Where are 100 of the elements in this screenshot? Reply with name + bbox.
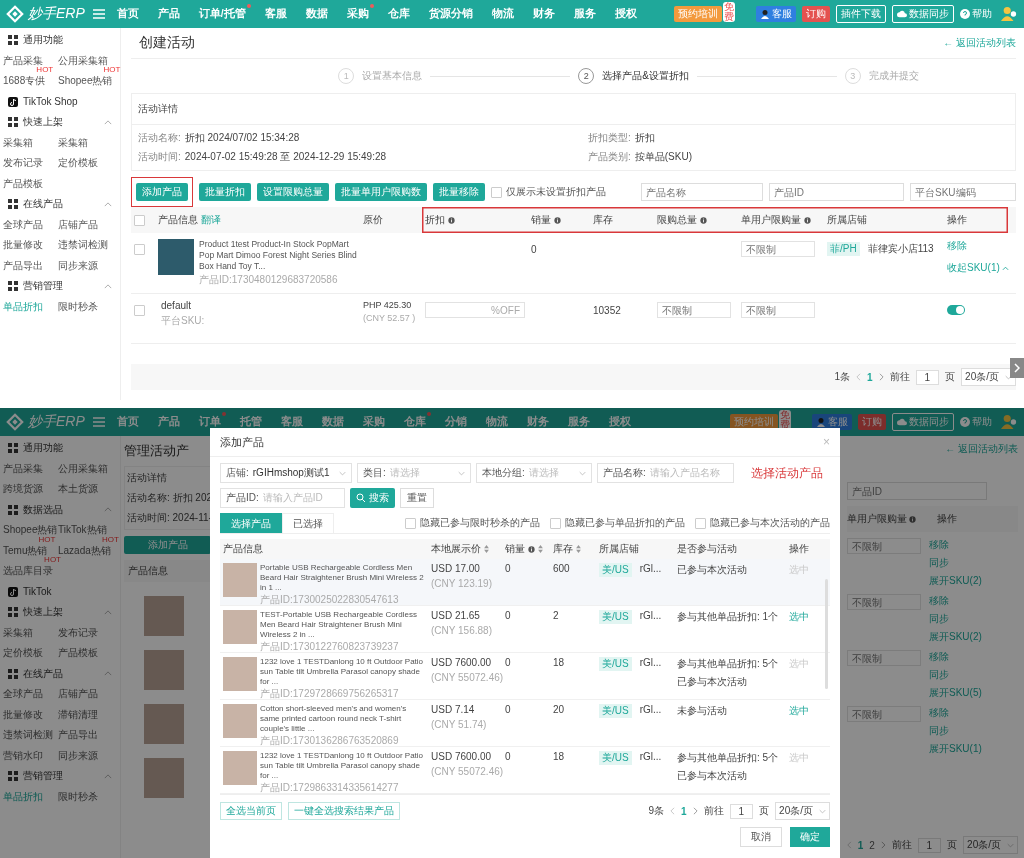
platform-title[interactable]: TikTok Shop [23,96,78,108]
action-link[interactable]: 移除 [929,706,949,720]
expand-panel-button[interactable] [1010,358,1024,378]
toggle-switch[interactable] [947,305,965,315]
sidebar-link[interactable]: 单品折扣 [3,790,43,802]
sidebar-link[interactable]: 产品采集 [3,54,43,66]
next-page-icon[interactable] [692,807,698,815]
nav-menu-item[interactable]: 数据 [305,7,328,21]
sidebar-link[interactable]: 批量修改 [3,708,43,720]
nav-menu-item[interactable]: 采购 [346,7,369,21]
customer-service-button[interactable]: 客服 [756,6,796,22]
help-link[interactable]: 帮助 [960,414,992,430]
page-input[interactable]: 1 [729,803,754,819]
filter-select[interactable]: 类目: 请选择 [357,463,471,483]
checkbox[interactable] [550,517,561,529]
nav-menu-item[interactable]: 服务 [573,7,596,21]
sidebar-link[interactable]: 营销水印 [3,749,43,761]
section-title[interactable]: 通用功能 [23,33,63,48]
confirm-button[interactable]: 确定 [790,827,830,847]
toolbar-button[interactable]: 设置限购总量 [257,183,329,201]
nav-menu-item[interactable]: 仓库 [403,415,426,429]
collapse-caret-icon[interactable] [104,119,112,125]
per-user-limit-field[interactable]: 不限制 [741,241,815,257]
sidebar-link[interactable]: 选品库目录 [3,565,53,577]
checkbox-label[interactable]: 隐藏已参与限时秒杀的产品 [420,516,540,530]
back-link[interactable]: ← 返回活动列表 [945,442,1018,456]
nav-menu-item[interactable]: 财务 [532,7,555,21]
nav-menu-item[interactable]: 客服 [264,7,287,21]
page-number[interactable]: 1 [857,839,864,851]
action-link[interactable]: 移除 [929,650,949,664]
sort-icon[interactable] [538,545,543,553]
product-title[interactable]: Product 1test Product-In Stock PopMart Pop Mart Dimoo Forest Night Series Blind Box Hand Toy T... [199,239,357,272]
action-link[interactable]: 展开SKU(5) [929,686,982,700]
sidebar-link[interactable]: Temu热销 [3,544,48,556]
toolbar-button[interactable]: 批量移除 [433,183,485,201]
nav-menu-item[interactable]: 服务 [567,415,590,429]
nav-menu-item[interactable]: 仓库 [387,7,410,21]
nav-menu-item[interactable]: 数据 [321,415,344,429]
action-link[interactable]: 收起SKU(1) [947,261,1000,275]
search-button[interactable]: 搜索 [350,488,395,508]
translate-link[interactable]: 翻译 [201,213,221,227]
back-link[interactable]: ← 返回活动列表 [943,36,1016,50]
toolbar-button[interactable]: 添加产品 [124,536,211,554]
sidebar-link[interactable]: 采集箱 [3,136,33,148]
action-link[interactable]: 同步 [929,724,949,738]
sidebar-link[interactable]: 产品采集 [3,462,43,474]
action-link[interactable]: 展开SKU(1) [929,742,982,756]
sidebar-link[interactable]: 1688专供 [3,75,46,87]
select-button[interactable]: 选中 [789,704,809,718]
platform-title[interactable]: TikTok [23,586,52,598]
user-avatar-icon[interactable] [1000,6,1018,22]
nav-menu-item[interactable]: 物流 [491,7,514,21]
page-size-select[interactable]: 20条/页 [963,836,1018,854]
search-field[interactable]: 产品ID [847,482,987,500]
sidebar-link[interactable]: 本土货源 [58,483,98,495]
collapse-caret-icon[interactable] [104,507,112,513]
page-size-select[interactable]: 20条/页 [775,802,830,820]
sidebar-link[interactable]: 产品导出 [58,729,98,741]
search-field[interactable]: 产品名称 [641,183,763,201]
nav-menu-item[interactable]: 授权 [614,7,637,21]
nav-menu-item[interactable]: 货源分销 [428,7,473,21]
page-number[interactable]: 1 [680,805,687,817]
sidebar-link[interactable]: 全球产品 [3,218,43,230]
collapse-caret-icon[interactable] [104,201,112,207]
sidebar-link[interactable]: 单品折扣 [3,300,43,312]
sidebar-link[interactable]: 违禁词检测 [58,239,108,251]
filter-select[interactable]: 店铺: rGIHmshop测试1 [220,463,352,483]
cancel-button[interactable]: 取消 [740,827,782,847]
sidebar-link[interactable]: Lazada热销 [58,544,111,556]
sidebar-link[interactable]: 店铺产品 [58,218,98,230]
sidebar-link[interactable]: 采集箱 [58,136,88,148]
sidebar-link[interactable]: 公用采集箱 [58,54,108,66]
section-title[interactable]: 在线产品 [23,666,63,681]
nav-menu-item[interactable]: 财务 [526,415,549,429]
next-page-icon[interactable] [878,373,884,381]
sidebar-link[interactable]: 店铺产品 [58,688,98,700]
action-link[interactable]: 同步 [929,668,949,682]
checkbox[interactable] [134,214,145,226]
toolbar-button[interactable]: 添加产品 [136,183,188,201]
previous-page-icon[interactable] [855,373,861,381]
data-sync-button[interactable]: 数据同步 [892,5,954,23]
sort-icon[interactable] [576,545,581,553]
reset-button[interactable]: 重置 [400,488,434,508]
customer-service-button[interactable]: 客服 [812,414,852,430]
plugin-download-button[interactable]: 插件下载 [836,5,886,23]
checkbox[interactable] [134,304,145,316]
toolbar-button[interactable]: 批量单用户限购数 [335,183,427,201]
action-link[interactable]: 移除 [929,538,949,552]
sidebar-link[interactable]: Shopee热销 [58,75,113,87]
page-input[interactable]: 1 [917,837,942,853]
nav-menu-item[interactable]: 托管 [239,415,262,429]
sidebar-link[interactable]: 产品导出 [3,259,43,271]
order-button[interactable]: 订购 [802,6,830,22]
search-field[interactable]: 产品ID [769,183,904,201]
toolbar-button[interactable]: 批量折扣 [199,183,251,201]
per-user-limit-field[interactable]: 不限制 [741,302,815,318]
nav-menu-item[interactable]: 首页 [116,415,139,429]
select-all-results-button[interactable]: 一键全选搜索结果产品 [288,802,400,820]
checkbox-label[interactable]: 隐藏已参与单品折扣的产品 [565,516,685,530]
sidebar-link[interactable]: 同步来源 [58,259,98,271]
